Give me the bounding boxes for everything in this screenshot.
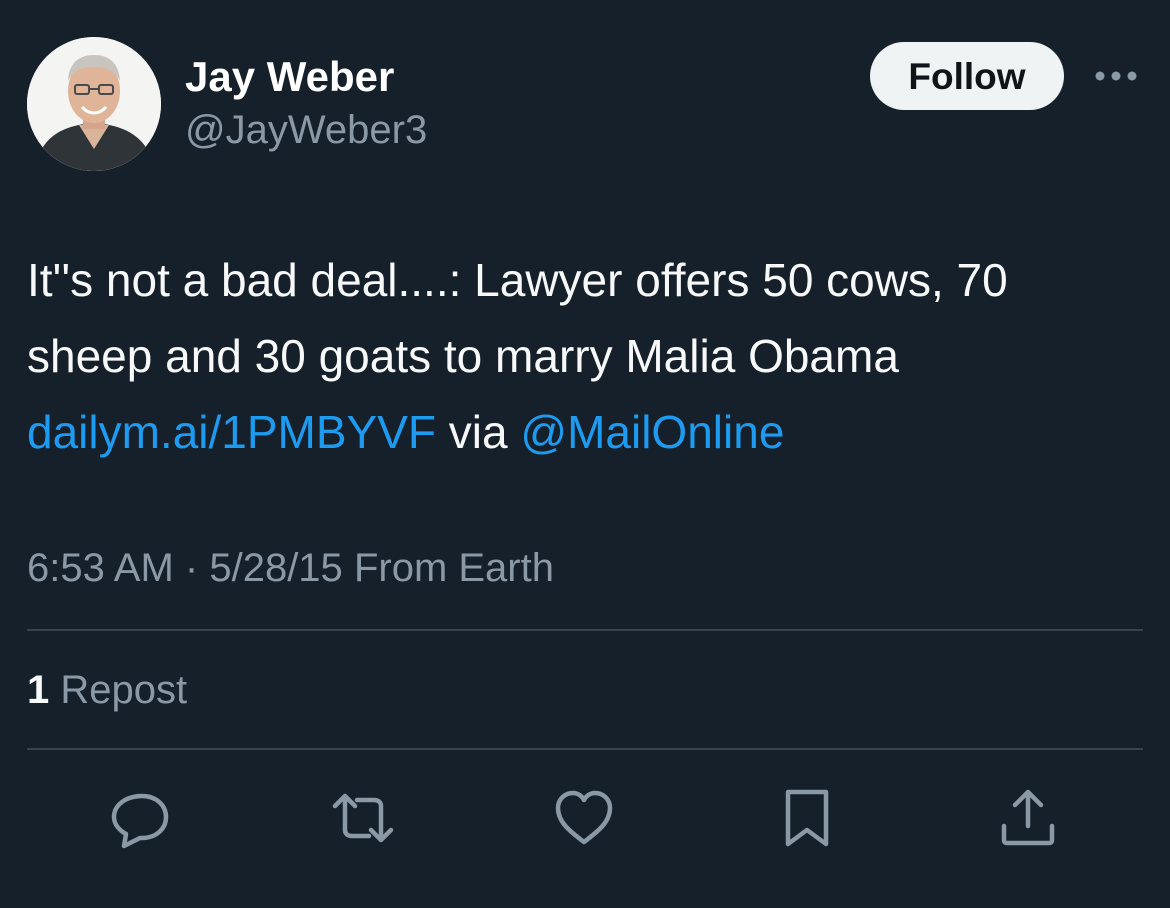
tweet-date[interactable]: 5/28/15: [209, 546, 342, 590]
tweet-source: From Earth: [353, 546, 554, 590]
divider: [27, 748, 1143, 750]
tweet-text: It''s not a bad deal....: Lawyer offers …: [27, 242, 1147, 470]
bookmark-icon[interactable]: [775, 786, 839, 850]
more-horizontal-icon[interactable]: [1094, 64, 1138, 88]
repost-label: Repost: [60, 668, 188, 712]
like-icon[interactable]: [552, 786, 616, 850]
mention-link[interactable]: @MailOnline: [520, 406, 784, 458]
repost-stat[interactable]: 1 Repost: [27, 662, 187, 718]
reply-icon[interactable]: [108, 786, 172, 850]
share-icon[interactable]: [996, 786, 1060, 850]
avatar[interactable]: [27, 37, 161, 171]
divider: [27, 629, 1143, 631]
user-handle[interactable]: @JayWeber3: [185, 106, 427, 154]
repost-icon[interactable]: [331, 786, 395, 850]
tweet-link-line: dailym.ai/1PMBYVF via @MailOnline: [27, 394, 1147, 470]
repost-count: 1: [27, 668, 50, 712]
avatar-photo: [27, 37, 161, 171]
tweet-meta: 6:53 AM · 5/28/15 From Earth: [27, 540, 554, 596]
display-name[interactable]: Jay Weber: [185, 52, 394, 102]
tweet-text-line: It''s not a bad deal....: Lawyer offers …: [27, 254, 1008, 306]
follow-button[interactable]: Follow: [870, 42, 1064, 110]
via-text: via: [448, 406, 508, 458]
tweet-time[interactable]: 6:53 AM: [27, 546, 174, 590]
tweet-text-line: sheep and 30 goats to marry Malia Obama: [27, 330, 899, 382]
tweet-link[interactable]: dailym.ai/1PMBYVF: [27, 406, 436, 458]
meta-separator: ·: [184, 546, 199, 590]
